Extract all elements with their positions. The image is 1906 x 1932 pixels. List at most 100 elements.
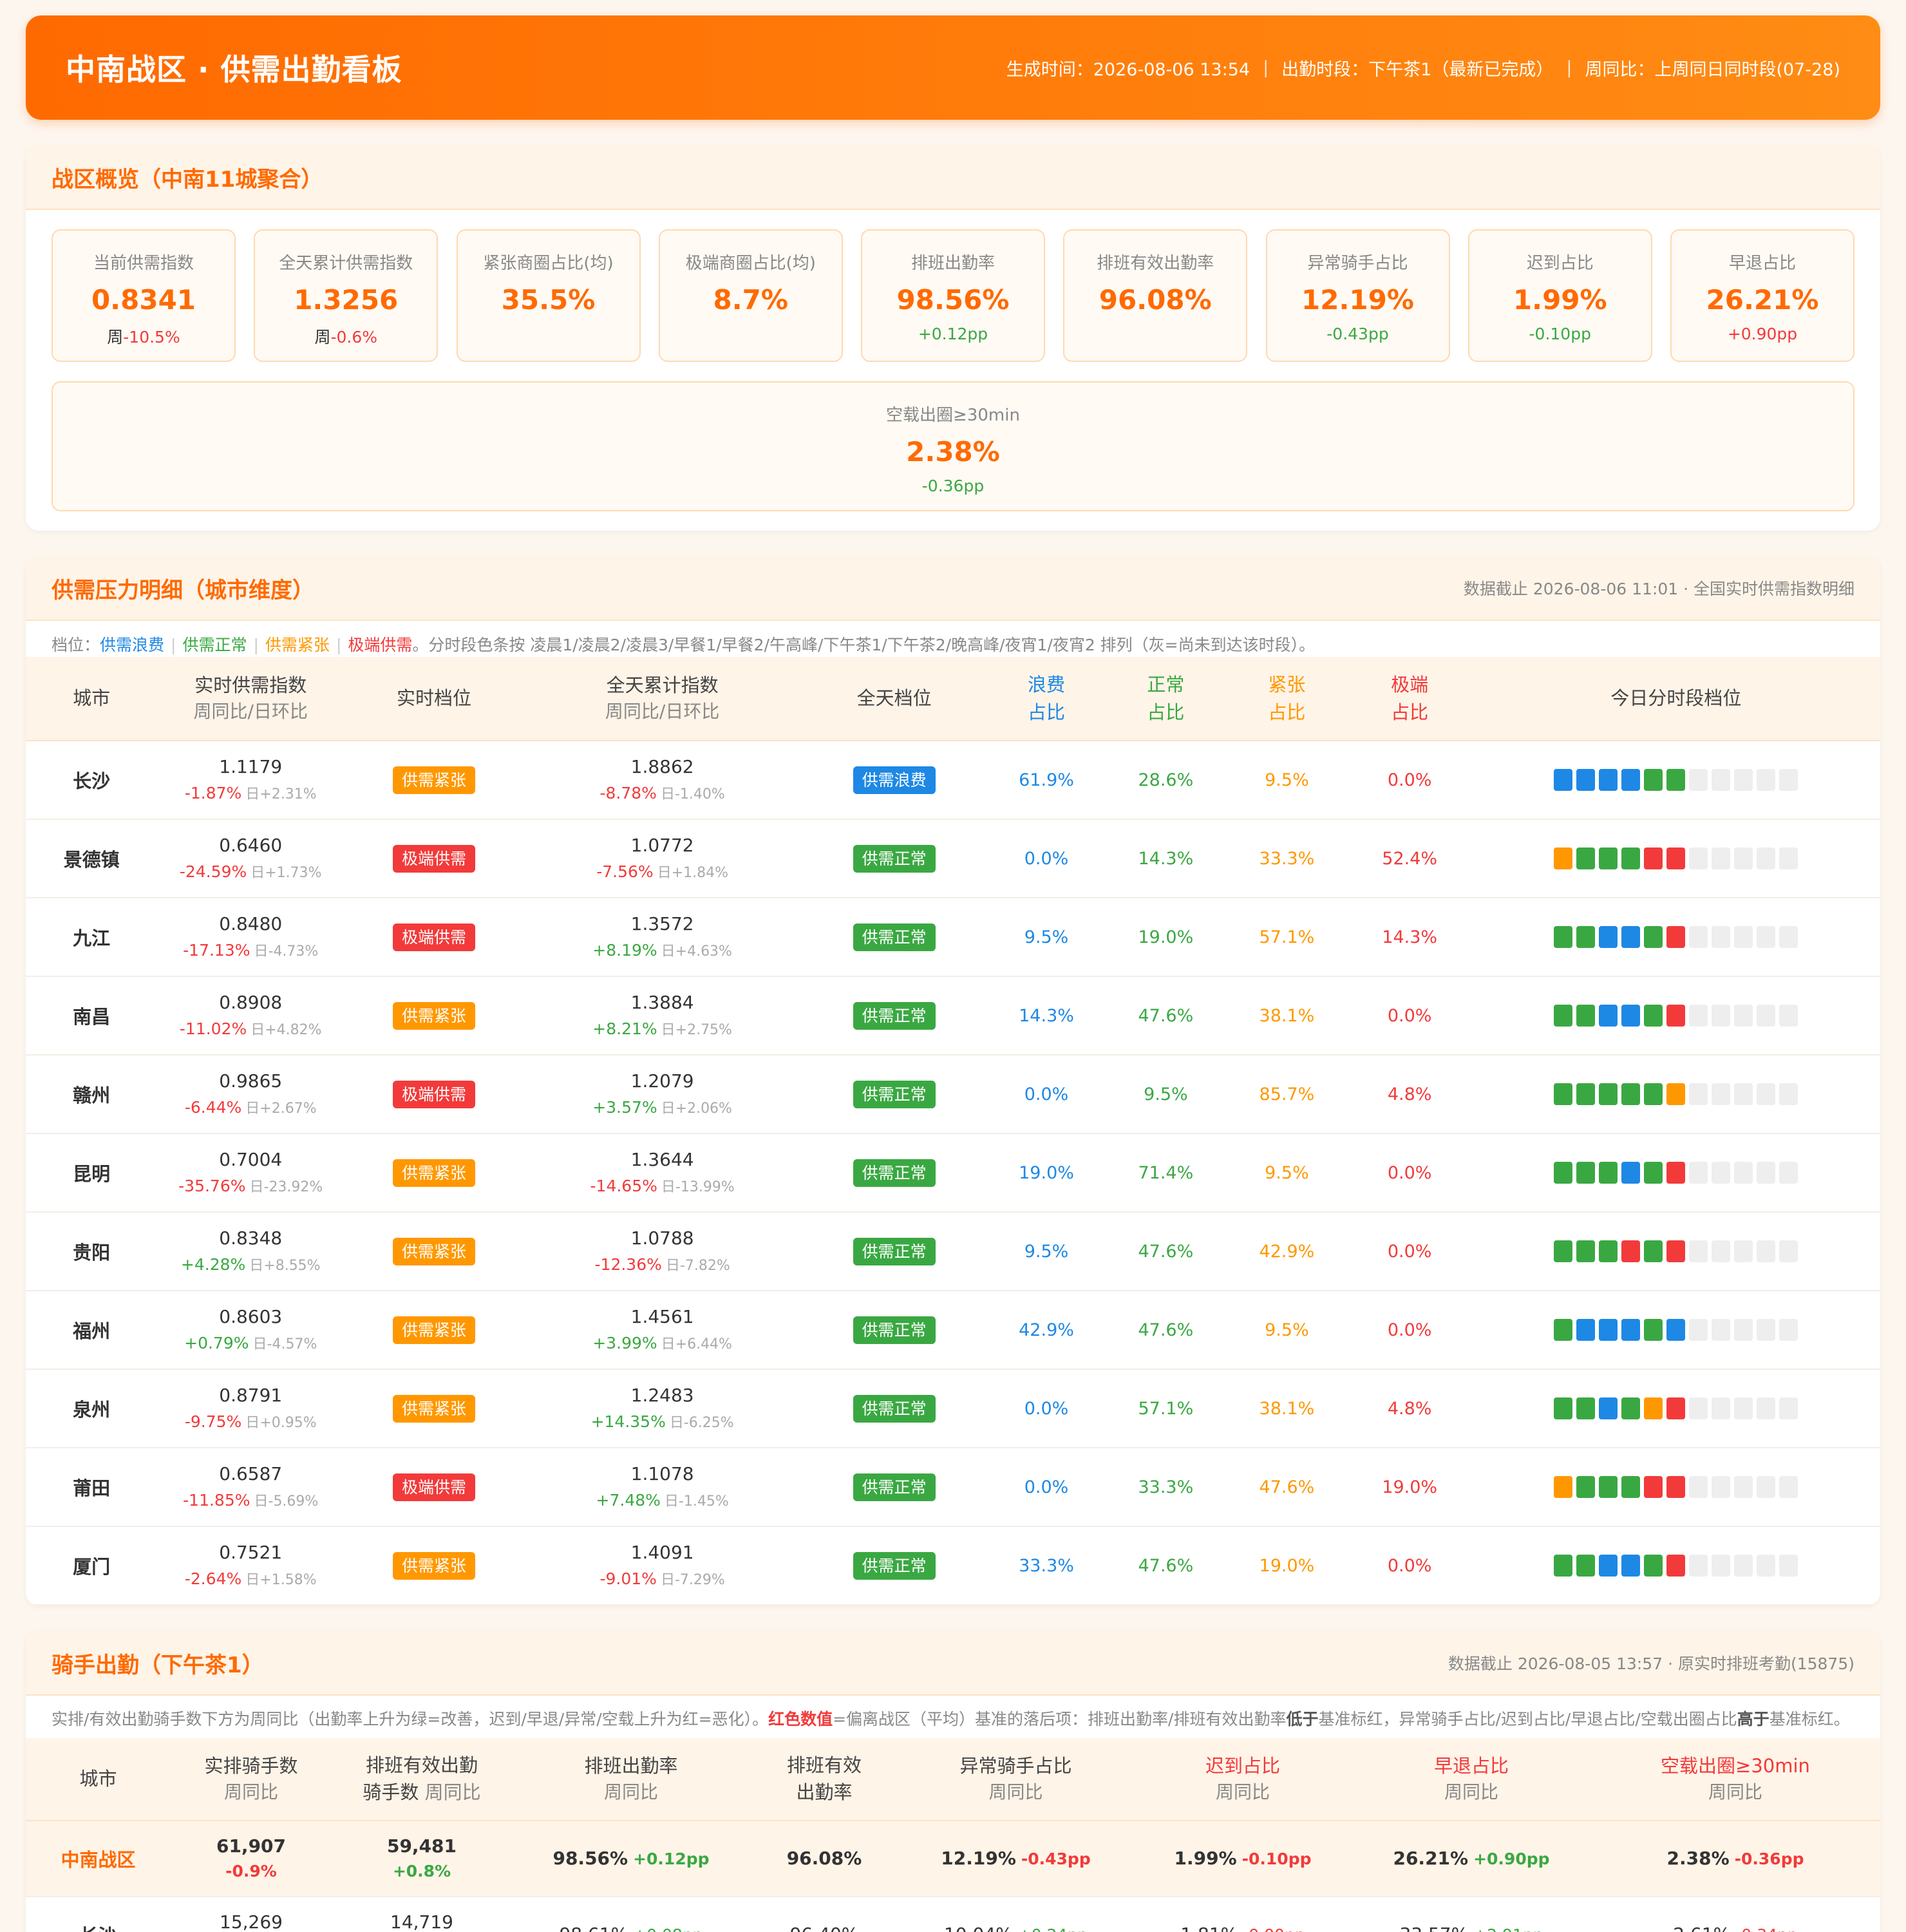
- slot-bar-extreme: [1666, 1476, 1686, 1498]
- realtime-level-cell: 供需紧张: [344, 1369, 524, 1448]
- kpi-value: 2.38%: [906, 436, 1000, 468]
- col-extreme-ratio[interactable]: 极端 占比: [1347, 657, 1472, 741]
- city-name: 福州: [26, 1291, 158, 1370]
- time-slot-bars: [1554, 1240, 1798, 1262]
- col-subtitle: 占比: [1268, 701, 1306, 723]
- col-day-index[interactable]: 全天累计指数 周同比/日环比: [524, 657, 801, 741]
- time-slot-bars: [1554, 1162, 1798, 1184]
- weekly-change: +4.28%: [180, 1255, 246, 1274]
- rider-header: 骑手出勤（下午茶1） 数据截止 2026-08-05 13:57 · 原实时排班…: [26, 1631, 1880, 1696]
- slot-bar-extreme: [1666, 1005, 1686, 1027]
- slot-bar-none: [1734, 1162, 1753, 1184]
- col-city[interactable]: 城市: [26, 657, 158, 741]
- city-name: 贵阳: [26, 1212, 158, 1291]
- waste-ratio: 9.5%: [987, 1212, 1106, 1291]
- slot-bar-waste: [1576, 1319, 1596, 1341]
- extreme-ratio: 19.0%: [1347, 1448, 1472, 1527]
- daily-change: 日+4.63%: [661, 943, 732, 960]
- kpi-label: 异常骑手占比: [1307, 254, 1408, 273]
- normal-ratio: 71.4%: [1105, 1133, 1227, 1213]
- realtime-index: 0.8791: [219, 1385, 283, 1406]
- table-row[interactable]: 福州 0.8603 +0.79% 日-4.57% 供需紧张 1.4561 +3.99% 日+6…: [26, 1291, 1880, 1370]
- slot-bar-waste: [1666, 1319, 1686, 1341]
- tight-ratio: 38.1%: [1226, 1369, 1348, 1448]
- table-row[interactable]: 厦门 0.7521 -2.64% 日+1.58% 供需紧张 1.4091 -9.01% 日-7…: [26, 1526, 1880, 1605]
- daily-change: 日+2.31%: [245, 786, 317, 802]
- realtime-index: 0.8348: [219, 1227, 283, 1249]
- slot-bar-waste: [1621, 926, 1641, 948]
- normal-ratio: 28.6%: [1105, 741, 1227, 820]
- col-time-slots[interactable]: 今日分时段档位: [1471, 657, 1880, 741]
- slot-bar-none: [1757, 848, 1776, 869]
- weekly-change: +8.21%: [592, 1019, 657, 1038]
- metric-value: 61,907: [216, 1835, 287, 1857]
- effective-rate-cell: 96.40%: [750, 1896, 898, 1932]
- divider: |: [253, 636, 259, 654]
- table-row[interactable]: 南昌 0.8908 -11.02% 日+4.82% 供需紧张 1.3884 +8.21% 日+…: [26, 976, 1880, 1056]
- table-row[interactable]: 昆明 0.7004 -35.76% 日-23.92% 供需紧张 1.3644 -14.65%…: [26, 1133, 1880, 1213]
- col-abnormal-ratio[interactable]: 异常骑手占比 周同比: [898, 1738, 1133, 1821]
- level-badge: 供需正常: [853, 844, 936, 873]
- daily-change: 日+0.95%: [245, 1414, 317, 1431]
- slot-bar-normal: [1621, 848, 1641, 869]
- col-late-ratio[interactable]: 迟到占比 周同比: [1133, 1738, 1352, 1821]
- slot-bar-normal: [1621, 1083, 1641, 1105]
- slot-bar-normal: [1644, 1005, 1663, 1027]
- slot-bar-none: [1689, 926, 1708, 948]
- slot-bar-none: [1734, 1397, 1753, 1419]
- col-tight-ratio[interactable]: 紧张 占比: [1226, 657, 1348, 741]
- kpi-value: 0.8341: [91, 284, 196, 316]
- waste-ratio: 0.0%: [987, 1369, 1106, 1448]
- note-emphasis: 高于: [1737, 1710, 1769, 1728]
- col-subtitle: 周同比/日环比: [193, 701, 308, 723]
- col-realtime-index[interactable]: 实时供需指数 周同比/日环比: [157, 657, 344, 741]
- table-row[interactable]: 长沙15,269-1.5%14,719+0.8% 98.61% +0.08pp 96.…: [26, 1896, 1880, 1932]
- col-effective-rate[interactable]: 排班有效 出勤率: [750, 1738, 898, 1821]
- metric-change: -0.9%: [225, 1861, 277, 1880]
- table-row[interactable]: 莆田 0.6587 -11.85% 日-5.69% 极端供需 1.1078 +7.48% 日-…: [26, 1448, 1880, 1527]
- slot-bar-none: [1779, 769, 1798, 791]
- attendance-rate-cell: 98.61% +0.08pp: [512, 1896, 750, 1932]
- tight-ratio: 9.5%: [1226, 1133, 1348, 1213]
- col-day-level[interactable]: 全天档位: [800, 657, 988, 741]
- col-city[interactable]: 城市: [26, 1738, 171, 1821]
- col-idle-out-ratio[interactable]: 空载出圈≥30min 周同比: [1590, 1738, 1880, 1821]
- level-badge: 供需紧张: [393, 1159, 476, 1187]
- metric-value: 2.61%: [1673, 1924, 1730, 1932]
- slot-bar-normal: [1576, 1397, 1596, 1419]
- slot-bar-waste: [1621, 1319, 1641, 1341]
- time-slot-cell: [1471, 1055, 1880, 1134]
- slot-bar-none: [1689, 1319, 1708, 1341]
- legend-waste: 供需浪费: [100, 636, 165, 654]
- pressure-card: 供需压力明细（城市维度） 数据截止 2026-08-06 11:01 · 全国实…: [26, 556, 1880, 1605]
- slot-bar-waste: [1599, 1555, 1618, 1577]
- col-waste-ratio[interactable]: 浪费 占比: [987, 657, 1106, 741]
- day-index: 1.4091: [630, 1542, 694, 1564]
- table-row[interactable]: 赣州 0.9865 -6.44% 日+2.67% 极端供需 1.2079 +3.57% 日+2…: [26, 1055, 1880, 1134]
- slot-bar-waste: [1621, 1555, 1641, 1577]
- slot-bar-tight: [1666, 1083, 1686, 1105]
- col-early-leave-ratio[interactable]: 早退占比 周同比: [1352, 1738, 1590, 1821]
- slot-bar-normal: [1554, 1397, 1573, 1419]
- col-title: 正常: [1147, 674, 1185, 696]
- col-attendance-rate[interactable]: 排班出勤率 周同比: [512, 1738, 750, 1821]
- slot-bar-normal: [1644, 1319, 1663, 1341]
- col-scheduled-riders[interactable]: 实排骑手数 周同比: [171, 1738, 332, 1821]
- table-row[interactable]: 长沙 1.1179 -1.87% 日+2.31% 供需紧张 1.8862 -8.78% 日-1…: [26, 741, 1880, 820]
- col-effective-riders[interactable]: 排班有效出勤 骑手数 周同比: [332, 1738, 512, 1821]
- dashboard-header: 中南战区 · 供需出勤看板 生成时间：2026-08-06 13:54 | 出勤…: [26, 15, 1880, 120]
- table-row[interactable]: 贵阳 0.8348 +4.28% 日+8.55% 供需紧张 1.0788 -12.36% 日-…: [26, 1212, 1880, 1291]
- table-row[interactable]: 九江 0.8480 -17.13% 日-4.73% 极端供需 1.3572 +8.19% 日+…: [26, 898, 1880, 977]
- effective-riders-cell: 14,719+0.8%: [332, 1896, 512, 1932]
- col-realtime-level[interactable]: 实时档位: [344, 657, 524, 741]
- time-slot-bars: [1554, 1319, 1798, 1341]
- aggregate-row[interactable]: 中南战区 61,907 -0.9% 59,481 +0.8% 98.56% +0.12pp 9…: [26, 1820, 1880, 1897]
- table-row[interactable]: 景德镇 0.6460 -24.59% 日+1.73% 极端供需 1.0772 -7.56% 日…: [26, 819, 1880, 898]
- col-normal-ratio[interactable]: 正常 占比: [1105, 657, 1227, 741]
- table-row[interactable]: 泉州 0.8791 -9.75% 日+0.95% 供需紧张 1.2483 +14.35% 日-…: [26, 1369, 1880, 1448]
- metric-value: 12.19%: [941, 1848, 1016, 1869]
- legend-extreme: 极端供需: [348, 636, 413, 654]
- slot-bar-waste: [1599, 1319, 1618, 1341]
- slot-bar-none: [1689, 1476, 1708, 1498]
- slot-bar-none: [1757, 1162, 1776, 1184]
